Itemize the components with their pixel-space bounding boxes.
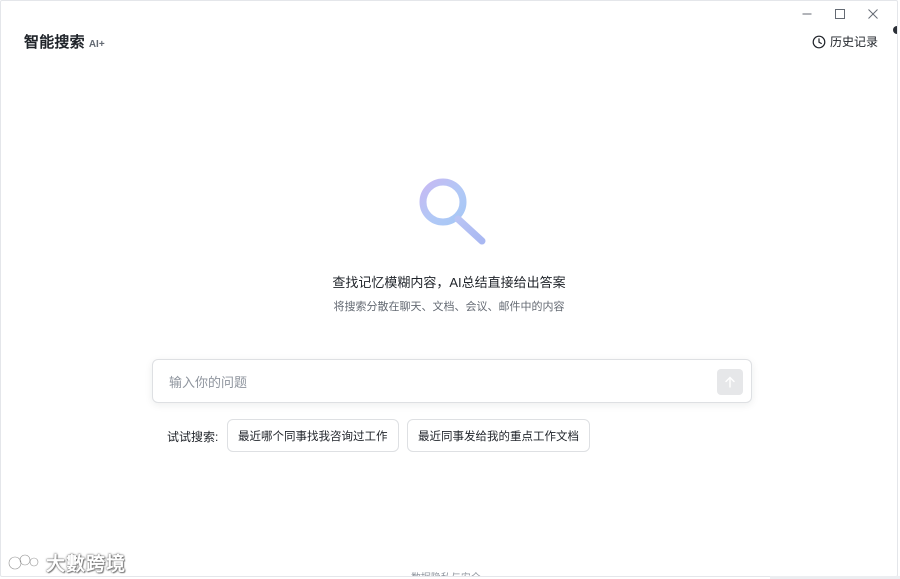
maximize-button[interactable] bbox=[823, 3, 856, 25]
app-window: 智能搜索 AI+ 历史记录 查找记忆模糊内容，AI总结直接给出答案 将搜索分散在… bbox=[0, 0, 898, 577]
close-icon bbox=[867, 9, 878, 19]
privacy-link[interactable]: 数据隐私与安全 › bbox=[1, 569, 897, 576]
page-title: 智能搜索 bbox=[24, 34, 85, 51]
minimize-icon bbox=[802, 13, 811, 15]
maximize-icon bbox=[834, 9, 845, 19]
arrow-up-icon bbox=[725, 376, 735, 388]
search-box bbox=[152, 359, 752, 404]
suggestion-chip[interactable]: 最近同事发给我的重点工作文档 bbox=[407, 419, 590, 452]
history-label: 历史记录 bbox=[829, 35, 878, 49]
search-icon bbox=[413, 173, 489, 249]
window-controls bbox=[790, 3, 889, 25]
edge-indicator bbox=[893, 26, 897, 34]
clock-icon bbox=[812, 35, 826, 48]
minimize-button[interactable] bbox=[790, 3, 823, 25]
history-button[interactable]: 历史记录 bbox=[812, 33, 878, 50]
hero-subtitle: 将搜索分散在聊天、文档、会议、邮件中的内容 bbox=[333, 301, 565, 313]
suggestion-chip[interactable]: 最近哪个同事找我咨询过工作 bbox=[227, 419, 399, 452]
ai-badge: AI+ bbox=[88, 39, 105, 50]
close-button[interactable] bbox=[856, 3, 889, 25]
watermark-logo-icon bbox=[8, 553, 40, 570]
suggestions-label: 试试搜索: bbox=[167, 430, 219, 444]
app-title: 智能搜索 AI+ bbox=[24, 31, 105, 52]
watermark: 大數跨境 bbox=[8, 549, 126, 576]
watermark-text: 大數跨境 bbox=[46, 554, 127, 575]
hero-title: 查找记忆模糊内容，AI总结直接给出答案 bbox=[332, 275, 566, 290]
send-button[interactable] bbox=[717, 369, 743, 395]
search-input[interactable] bbox=[167, 360, 711, 404]
